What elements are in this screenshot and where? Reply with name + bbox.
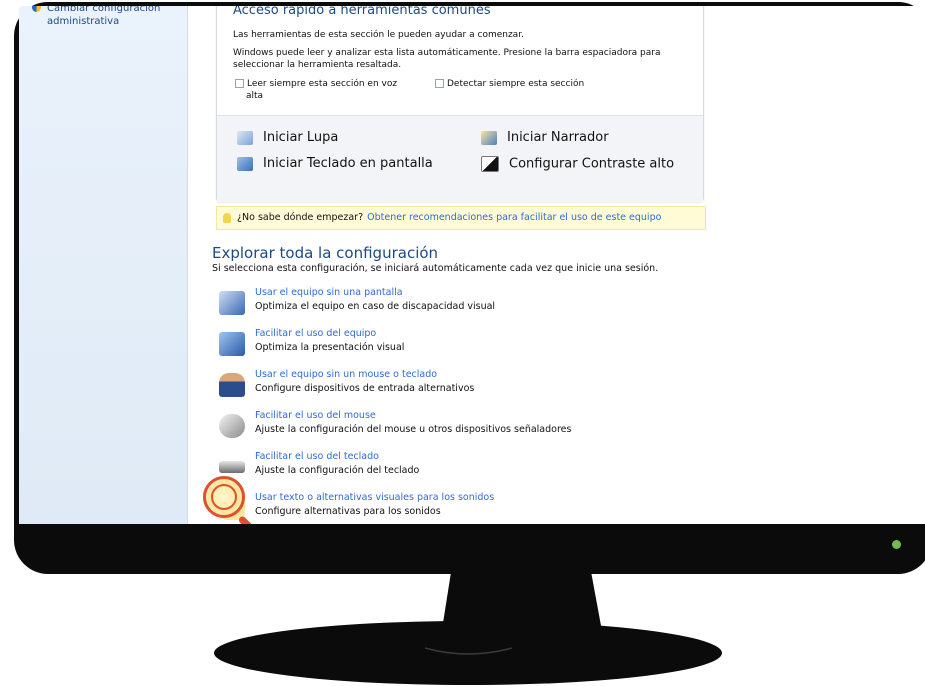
keyboard-icon <box>219 461 245 473</box>
checkbox-box[interactable] <box>235 79 244 88</box>
entry-link[interactable]: Facilitar el uso del equipo <box>255 328 376 339</box>
contrast-icon <box>481 156 499 172</box>
entry-desc: Configure dispositivos de entrada altern… <box>255 383 475 394</box>
quick-access-scan-text-2: seleccionar la herramienta resaltada. <box>233 60 402 70</box>
change-admin-settings-link[interactable]: Cambiar configuración administrativa <box>32 6 160 28</box>
scan-checkbox[interactable]: Detectar siempre esta sección <box>435 78 584 90</box>
quick-access-intro: Las herramientas de esta sección le pued… <box>233 30 524 40</box>
read-aloud-checkbox[interactable]: Leer siempre esta sección en voz alta <box>235 78 397 102</box>
entry-desc: Ajuste la configuración del teclado <box>255 465 420 476</box>
high-contrast-label: Configurar Contraste alto <box>509 156 675 172</box>
quick-access-heading: Acceso rápido a herramientas comunes <box>233 6 491 18</box>
person-icon <box>219 373 245 397</box>
read-aloud-label: Leer siempre esta sección en voz <box>247 79 398 89</box>
entry-sounds[interactable]: Usar texto o alternativas visuales para … <box>219 492 639 524</box>
entry-keyboard[interactable]: Facilitar el uso del teclado Ajuste la c… <box>219 451 639 491</box>
start-narrator-button[interactable]: Iniciar Narrador <box>481 130 609 145</box>
tip-bar: ¿No sabe dónde empezar? Obtener recomenda… <box>216 206 706 230</box>
left-pane: Cambiar configuración administrativa <box>19 6 188 524</box>
magnifier-icon <box>237 130 253 145</box>
start-magnifier-button[interactable]: Iniciar Lupa <box>237 130 338 145</box>
entry-no-display[interactable]: Usar el equipo sin una pantalla Optimiza… <box>219 287 639 327</box>
start-onscreen-keyboard-button[interactable]: Iniciar Teclado en pantalla <box>237 156 433 171</box>
keyboard-icon <box>237 156 253 171</box>
entry-link[interactable]: Facilitar el uso del teclado <box>255 451 379 462</box>
power-led-icon <box>892 540 901 549</box>
tip-question: ¿No sabe dónde empezar? <box>237 212 364 223</box>
shield-icon <box>32 6 41 12</box>
entry-link[interactable]: Usar el equipo sin una pantalla <box>255 287 403 298</box>
entry-easier-to-see[interactable]: Facilitar el uso del equipo Optimiza la … <box>219 328 639 368</box>
entry-link[interactable]: Facilitar el uso del mouse <box>255 410 376 421</box>
magnifier-highlight-icon <box>203 476 245 518</box>
screen: Cambiar configuración administrativa Acc… <box>19 6 925 524</box>
left-item-line2: administrativa <box>47 16 120 27</box>
start-magnifier-label: Iniciar Lupa <box>263 130 339 145</box>
narrator-icon <box>481 130 497 145</box>
left-item-line1: Cambiar configuración <box>47 6 161 14</box>
entry-link[interactable]: Usar el equipo sin un mouse o teclado <box>255 369 437 380</box>
entry-desc: Optimiza la presentación visual <box>255 342 405 353</box>
entry-mouse[interactable]: Facilitar el uso del mouse Ajuste la con… <box>219 410 639 450</box>
display-icon <box>219 332 245 356</box>
recommendations-link[interactable]: Obtener recomendaciones para facilitar e… <box>367 212 661 223</box>
high-contrast-button[interactable]: Configurar Contraste alto <box>481 156 674 172</box>
monitor-frame: Cambiar configuración administrativa Acc… <box>14 2 925 574</box>
read-aloud-label-2: alta <box>246 91 264 101</box>
checkbox-box[interactable] <box>435 79 444 88</box>
tool-area: Iniciar Lupa Iniciar Narrador Iniciar Te… <box>217 115 703 202</box>
entry-link[interactable]: Usar texto o alternativas visuales para … <box>255 492 494 503</box>
explore-title: Explorar toda la configuración <box>212 244 439 262</box>
start-keyboard-label: Iniciar Teclado en pantalla <box>263 156 433 171</box>
mouse-icon <box>219 414 245 438</box>
entry-desc: Optimiza el equipo en caso de discapacid… <box>255 301 496 312</box>
explore-description: Si selecciona esta configuración, se ini… <box>212 263 659 274</box>
quick-access-scan-text-1: Windows puede leer y analizar esta lista… <box>233 48 661 58</box>
entry-no-mouse-keyboard[interactable]: Usar el equipo sin un mouse o teclado Co… <box>219 369 639 409</box>
quick-access-panel: Acceso rápido a herramientas comunes Las… <box>216 6 704 202</box>
scan-label: Detectar siempre esta sección <box>447 79 585 89</box>
lightbulb-icon <box>223 212 231 223</box>
entry-desc: Configure alternativas para los sonidos <box>255 506 441 517</box>
start-narrator-label: Iniciar Narrador <box>507 130 609 145</box>
entry-desc: Ajuste la configuración del mouse u otro… <box>255 424 572 435</box>
magnifier-lens <box>211 484 237 510</box>
monitor-icon <box>219 291 245 315</box>
